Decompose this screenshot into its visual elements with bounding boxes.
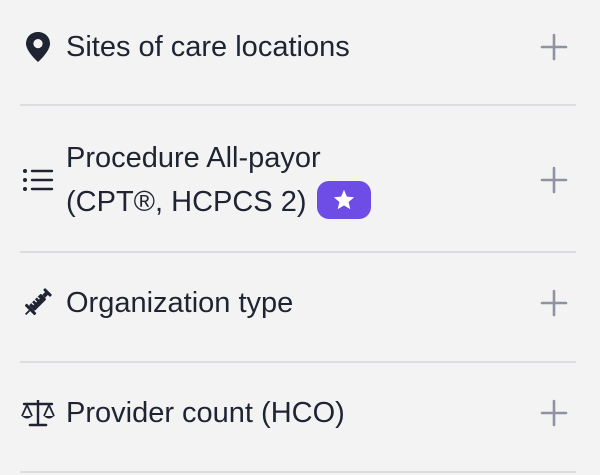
- plus-icon[interactable]: [539, 32, 569, 62]
- filter-row-procedure-all-payor[interactable]: Procedure All-payor (CPT®, HCPCS 2): [0, 136, 600, 228]
- plus-icon[interactable]: [539, 398, 569, 428]
- location-pin-icon: [20, 29, 56, 65]
- plus-icon[interactable]: [539, 288, 569, 318]
- divider: [20, 361, 576, 363]
- divider: [20, 104, 576, 106]
- premium-badge: [316, 181, 371, 220]
- filter-label: Sites of care locations: [66, 31, 350, 63]
- filter-row-provider-count[interactable]: Provider count (HCO): [0, 390, 600, 436]
- filter-row-sites-of-care[interactable]: Sites of care locations: [0, 24, 600, 70]
- syringe-icon: [20, 284, 56, 320]
- filter-label-line-1: Procedure All-payor: [66, 142, 321, 174]
- filter-label: Organization type: [66, 287, 294, 319]
- filter-row-organization-type[interactable]: Organization type: [0, 280, 600, 326]
- star-icon: [333, 190, 354, 210]
- list-icon: [20, 162, 56, 198]
- filter-panel: Sites of care locations Procedure All-pa…: [0, 0, 600, 475]
- scale-icon: [20, 395, 56, 431]
- plus-icon[interactable]: [539, 165, 569, 195]
- divider: [20, 471, 576, 473]
- filter-label-line-2-wrap: (CPT®, HCPCS 2): [66, 180, 371, 224]
- filter-label: Provider count (HCO): [66, 397, 345, 429]
- divider: [20, 251, 576, 253]
- filter-label-line-2: (CPT®, HCPCS 2): [66, 186, 307, 218]
